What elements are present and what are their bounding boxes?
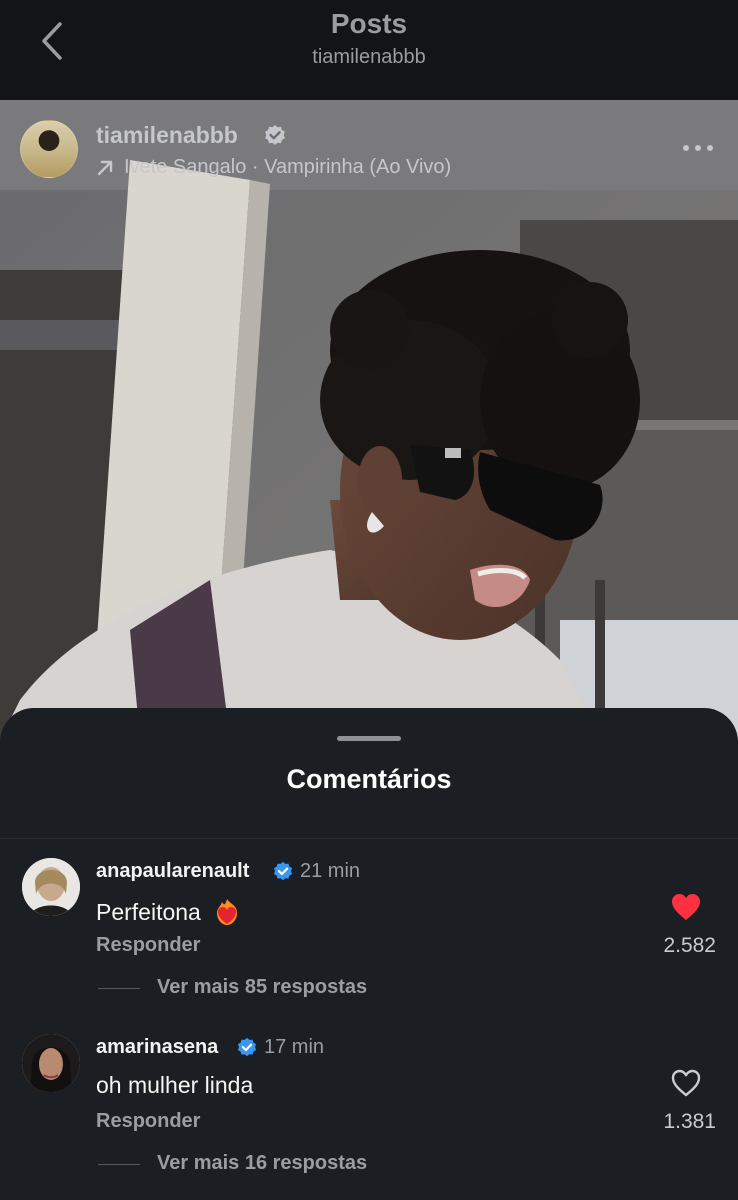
replies-line <box>98 1164 140 1165</box>
comment-text: Perfeitona <box>96 898 201 925</box>
sheet-drag-handle[interactable] <box>337 736 401 741</box>
verified-badge-icon <box>273 861 293 881</box>
like-heart-outline-icon[interactable] <box>670 1068 702 1098</box>
screen: Posts tiamilenabbb tiamilenabbb Ivete Sa… <box>0 0 738 1200</box>
author-username[interactable]: tiamilenabbb <box>96 122 238 149</box>
like-count: 2.582 <box>663 934 716 957</box>
avatar-photo <box>22 858 80 916</box>
comments-title: Comentários <box>286 764 452 794</box>
avatar-photo <box>22 1034 80 1092</box>
audio-attribution[interactable]: Ivete Sangalo · Vampirinha (Ao Vivo) <box>96 156 451 179</box>
comments-sheet: Comentários anapaularenault 21 min Perfe… <box>0 708 738 1200</box>
page-subtitle: tiamilenabbb <box>312 46 426 68</box>
commenter-avatar[interactable] <box>22 1034 80 1092</box>
post-video[interactable] <box>0 100 738 740</box>
arrow-up-right-icon <box>97 160 113 175</box>
audio-label: Ivete Sangalo · Vampirinha (Ao Vivo) <box>124 156 452 178</box>
comment-username[interactable]: amarinasena <box>96 1036 218 1059</box>
divider <box>0 838 738 839</box>
author-avatar[interactable] <box>20 120 78 178</box>
comment-username[interactable]: anapaularenault <box>96 860 249 883</box>
like-heart-filled-icon[interactable] <box>670 892 702 922</box>
comment-time: 17 min <box>264 1036 325 1058</box>
comment-text: oh mulher linda <box>96 1072 254 1098</box>
comment-text-row: Perfeitona <box>96 896 243 928</box>
like-count: 1.381 <box>663 1110 716 1133</box>
reply-button[interactable]: Responder <box>96 1110 200 1133</box>
commenter-avatar[interactable] <box>22 858 80 916</box>
heart-on-fire-emoji-icon <box>216 899 237 925</box>
verified-badge-icon <box>265 125 285 145</box>
more-options-button[interactable] <box>682 136 714 160</box>
page-title: Posts <box>330 8 408 39</box>
comment-item: anapaularenault 21 min Perfeitona Respon… <box>0 858 738 1028</box>
comment-item: amarinasena 17 min oh mulher linda Respo… <box>0 1034 738 1200</box>
post-header: tiamilenabbb Ivete Sangalo · Vampirinha … <box>0 100 738 190</box>
top-navigation-bar: Posts tiamilenabbb <box>0 0 738 100</box>
replies-line <box>98 988 140 989</box>
comment-text-row: oh mulher linda <box>96 1072 253 1099</box>
video-frame-image <box>0 100 738 740</box>
reply-button[interactable]: Responder <box>96 934 200 957</box>
verified-badge-icon <box>237 1037 257 1057</box>
comment-time: 21 min <box>300 860 361 882</box>
view-replies-button[interactable]: Ver mais 16 respostas <box>157 1152 367 1175</box>
view-replies-button[interactable]: Ver mais 85 respostas <box>157 976 367 999</box>
more-dots-icon <box>683 145 713 151</box>
